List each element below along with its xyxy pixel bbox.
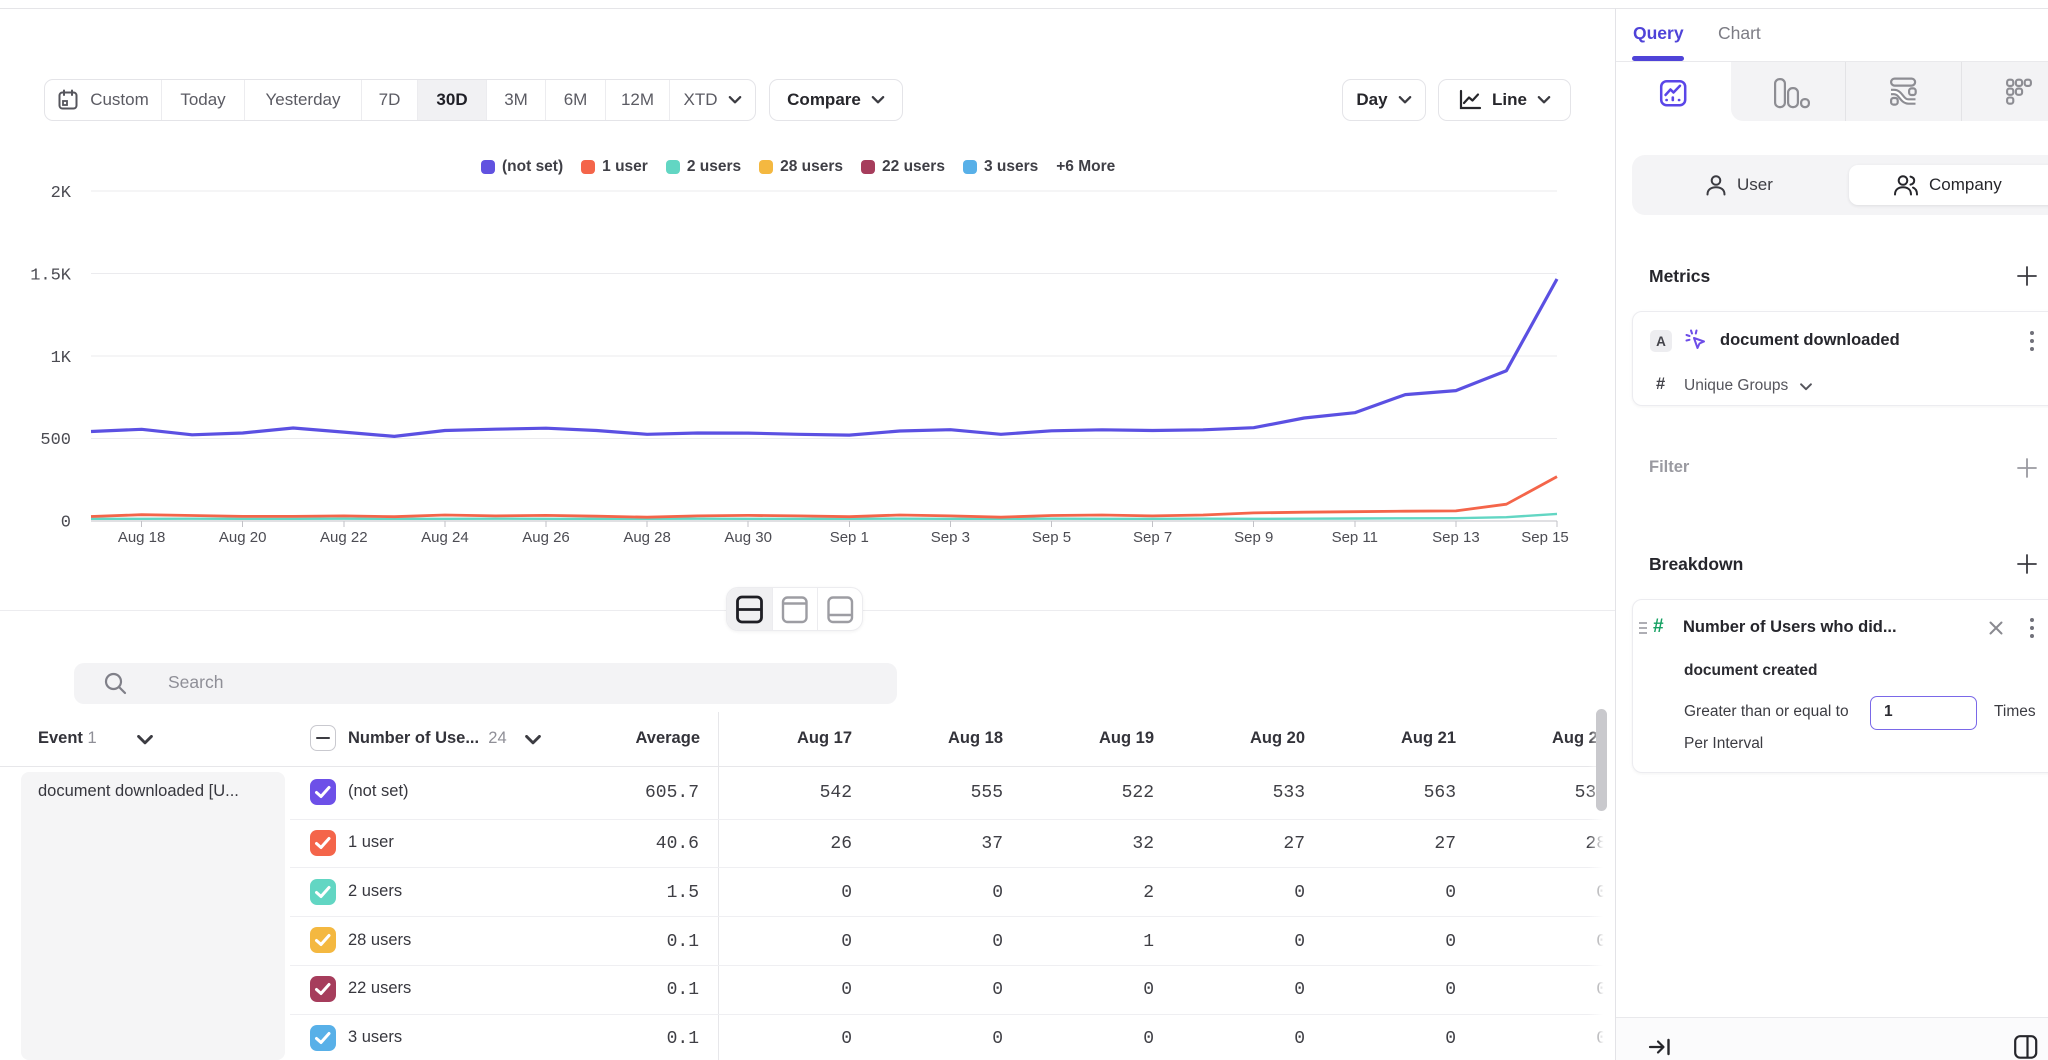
svg-text:Aug 30: Aug 30 [724, 529, 772, 546]
svg-text:Sep 11: Sep 11 [1332, 529, 1378, 546]
svg-text:500: 500 [40, 431, 71, 450]
svg-text:1K: 1K [51, 349, 72, 368]
svg-text:Sep 3: Sep 3 [931, 529, 970, 546]
svg-text:Sep 5: Sep 5 [1032, 529, 1071, 546]
svg-text:Aug 18: Aug 18 [118, 529, 166, 546]
svg-text:2K: 2K [51, 184, 72, 203]
svg-text:Sep 13: Sep 13 [1432, 529, 1480, 546]
svg-text:Aug 22: Aug 22 [320, 529, 368, 546]
svg-text:Sep 15: Sep 15 [1521, 529, 1569, 546]
svg-text:Aug 26: Aug 26 [522, 529, 570, 546]
svg-text:Sep 7: Sep 7 [1133, 529, 1172, 546]
svg-text:Sep 1: Sep 1 [830, 529, 869, 546]
svg-text:Aug 24: Aug 24 [421, 529, 469, 546]
svg-text:0: 0 [61, 514, 71, 533]
svg-text:1.5K: 1.5K [30, 266, 72, 285]
svg-text:Sep 9: Sep 9 [1234, 529, 1273, 546]
svg-text:Aug 28: Aug 28 [623, 529, 671, 546]
svg-text:Aug 20: Aug 20 [219, 529, 267, 546]
